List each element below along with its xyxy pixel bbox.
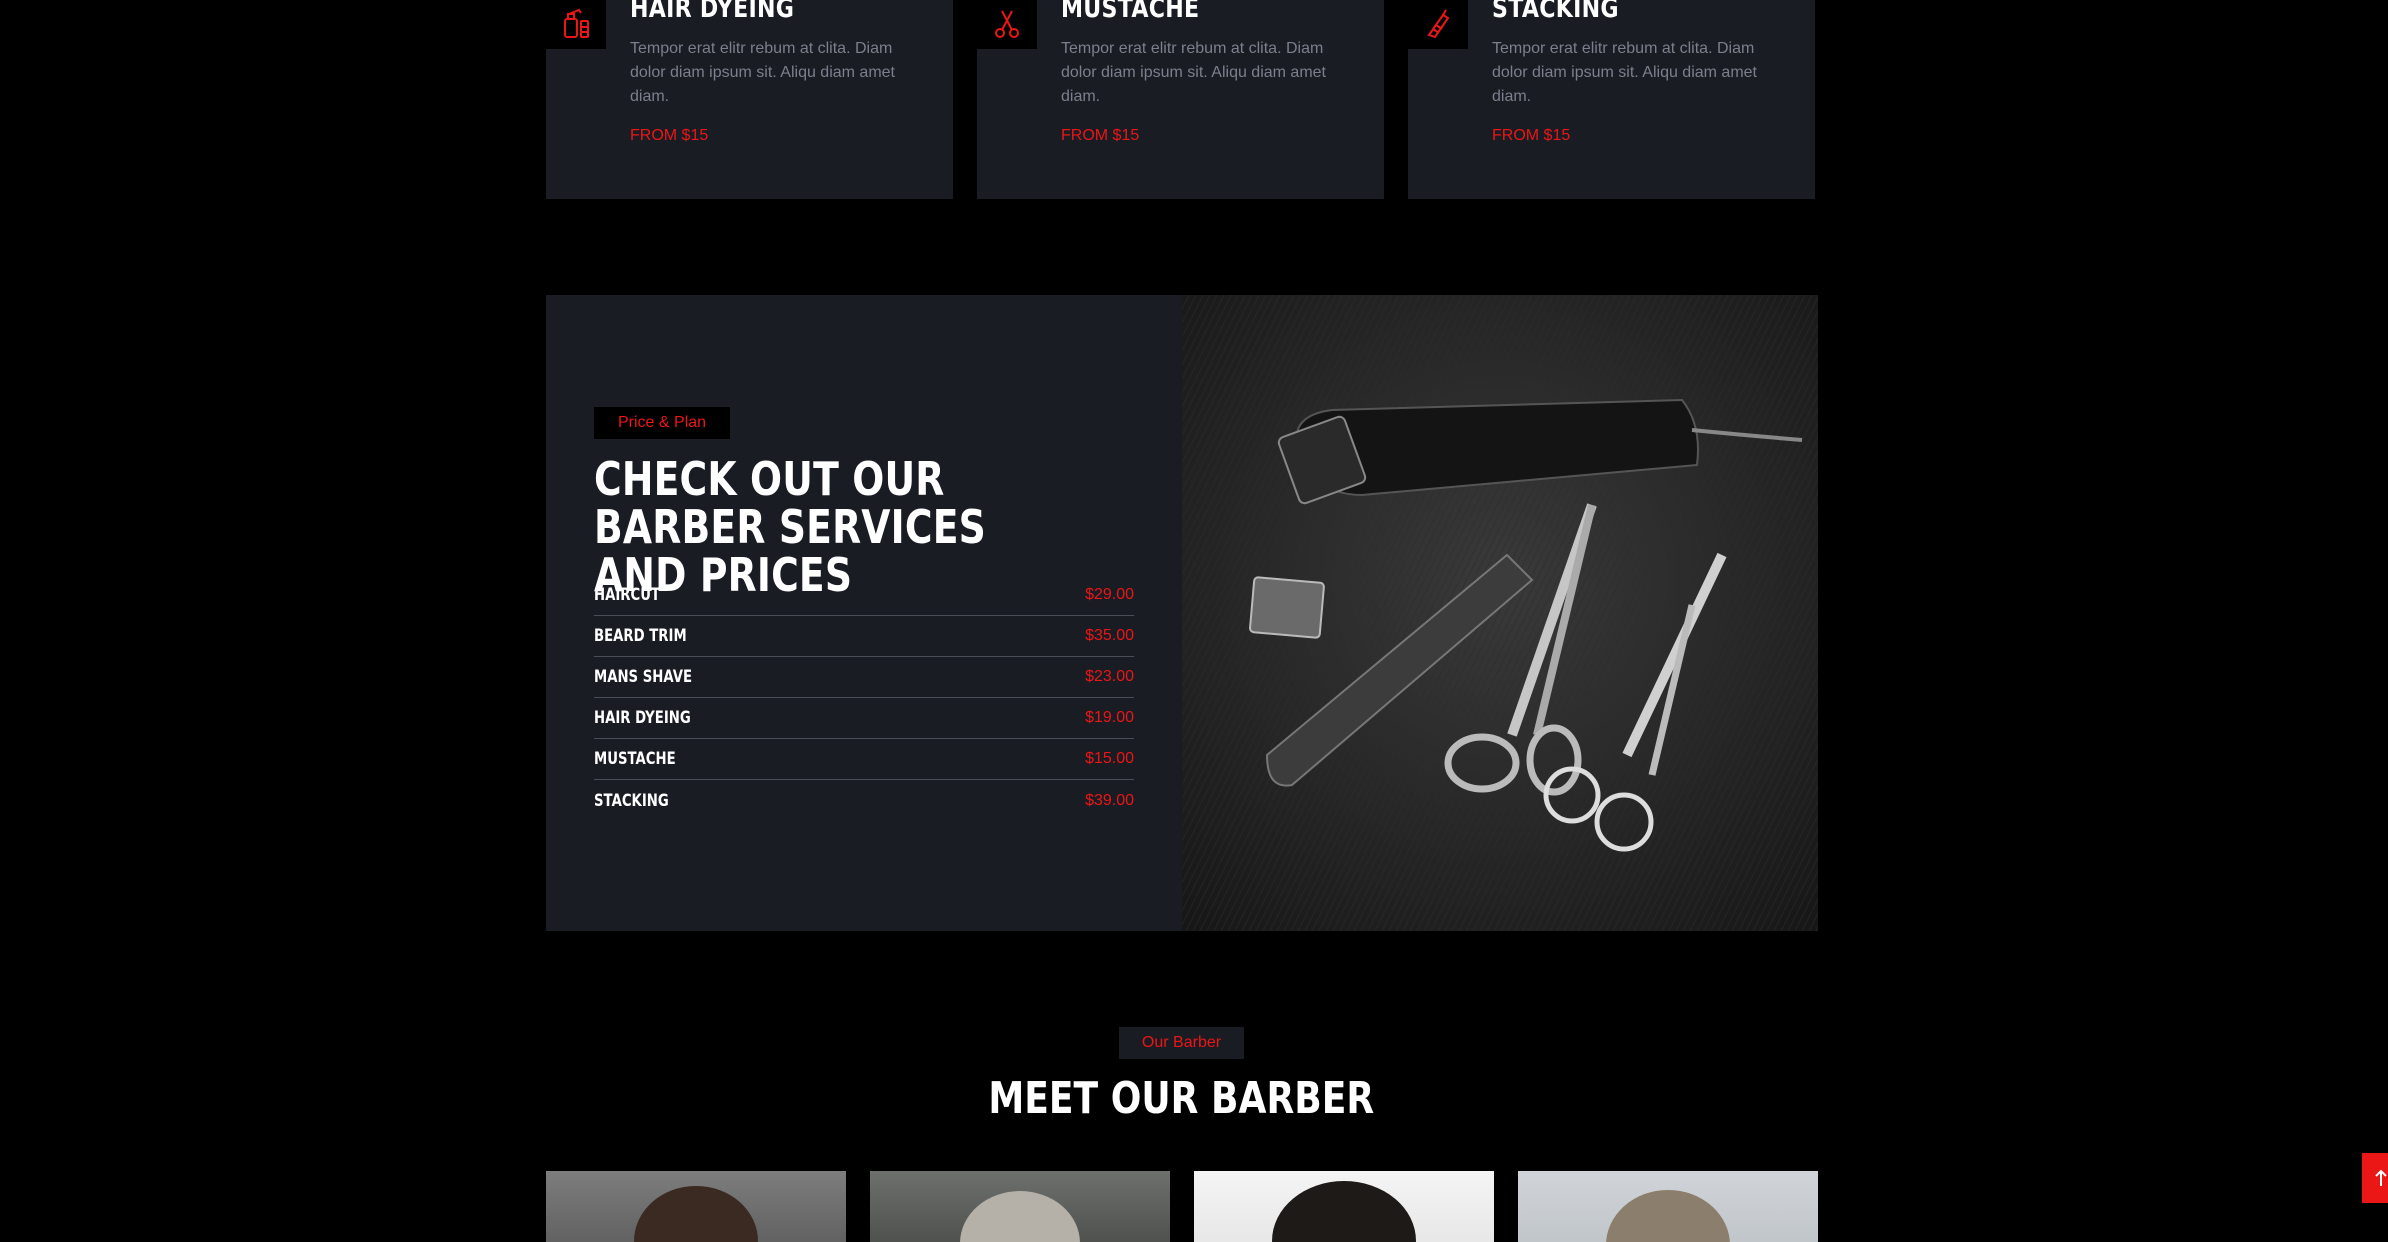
service-price: $23.00: [1085, 668, 1134, 685]
service-description: Tempor erat elitr rebum at clita. Diam d…: [1492, 40, 1757, 105]
service-title: Mustache: [1061, 0, 1200, 24]
price-row: Hair Dyeing $19.00: [594, 698, 1134, 739]
price-row: Mustache $15.00: [594, 739, 1134, 780]
team-heading: Meet Our Barber: [988, 1073, 1374, 1124]
pricing-section: Price & Plan Check Out Our Barber Servic…: [546, 295, 1818, 931]
service-card-hair-dyeing: Hair Dyeing Tempor erat elitr rebum at c…: [546, 0, 953, 199]
section-tag: Price & Plan: [594, 407, 731, 439]
team-grid: [546, 1171, 1818, 1242]
barber-photo[interactable]: [1518, 1171, 1818, 1242]
pricing-panel: Price & Plan Check Out Our Barber Servic…: [546, 295, 1182, 931]
price-row: Stacking $39.00: [594, 780, 1134, 821]
price-row: Mans Shave $23.00: [594, 657, 1134, 698]
service-price: FROM $15: [630, 127, 709, 144]
razor-icon: [1408, 0, 1468, 49]
service-title: Hair Dyeing: [630, 0, 795, 24]
service-title: Stacking: [1492, 0, 1619, 24]
service-price: $35.00: [1085, 627, 1134, 644]
price-list: Haircut $29.00 Beard Trim $35.00 Mans Sh…: [594, 575, 1134, 821]
barber-tools-photo: [1182, 295, 1818, 931]
barber-photo[interactable]: [870, 1171, 1170, 1242]
price-row: Haircut $29.00: [594, 575, 1134, 616]
service-name: Beard Trim: [594, 626, 687, 646]
service-name: Mustache: [594, 749, 676, 769]
service-price: $15.00: [1085, 750, 1134, 767]
service-card-mustache: Mustache Tempor erat elitr rebum at clit…: [977, 0, 1384, 199]
scissors-icon: [977, 0, 1037, 49]
barber-photo[interactable]: [546, 1171, 846, 1242]
back-to-top-button[interactable]: [2362, 1153, 2388, 1203]
services-row: Hair Dyeing Tempor erat elitr rebum at c…: [546, 0, 1818, 199]
service-card-stacking: Stacking Tempor erat elitr rebum at clit…: [1408, 0, 1815, 199]
hair-dye-icon: [546, 0, 606, 49]
service-price: FROM $15: [1061, 127, 1140, 144]
section-tag: Our Barber: [1119, 1027, 1244, 1059]
service-name: Mans Shave: [594, 667, 693, 687]
service-description: Tempor erat elitr rebum at clita. Diam d…: [1061, 40, 1326, 105]
service-name: Haircut: [594, 585, 661, 605]
service-name: Stacking: [594, 790, 669, 811]
service-description: Tempor erat elitr rebum at clita. Diam d…: [630, 40, 895, 105]
service-price: $39.00: [1085, 791, 1134, 809]
price-row: Beard Trim $35.00: [594, 616, 1134, 657]
service-price: $19.00: [1085, 709, 1134, 726]
service-price: FROM $15: [1492, 127, 1571, 144]
service-price: $29.00: [1085, 586, 1134, 603]
barber-photo[interactable]: [1194, 1171, 1494, 1242]
arrow-up-icon: [2375, 1169, 2387, 1186]
service-name: Hair Dyeing: [594, 708, 691, 728]
